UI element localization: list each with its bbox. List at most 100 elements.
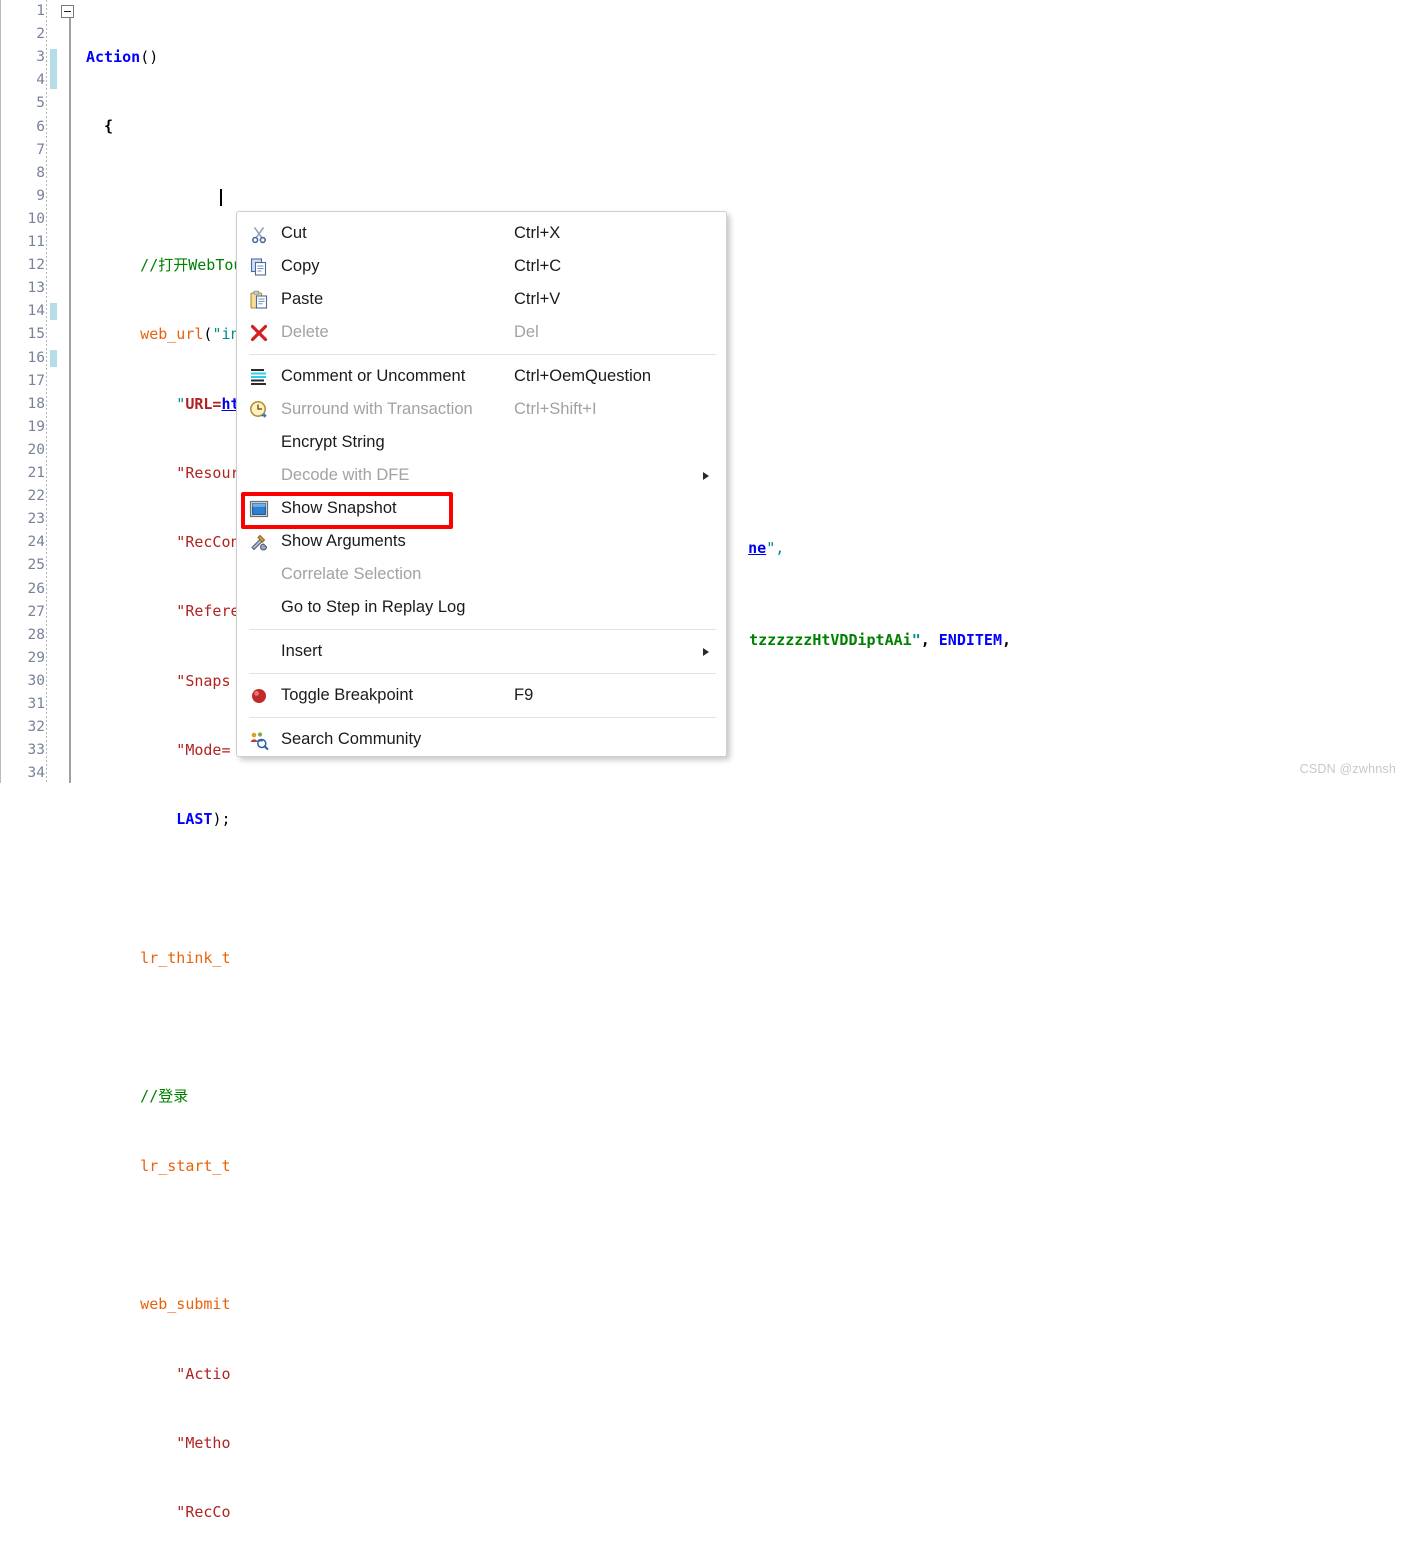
menu-item-label: Copy (281, 257, 320, 275)
code-line-2: { (86, 115, 1408, 138)
no-icon (237, 426, 281, 459)
code-arg-url: URL= (185, 394, 222, 413)
comment-lines-icon (237, 360, 281, 393)
line-number: 3 (36, 49, 45, 66)
tools-icon (237, 525, 281, 558)
menu-item-community[interactable]: Search Community (237, 723, 726, 756)
menu-item-label: Show Snapshot (281, 499, 397, 517)
menu-item-show-arguments[interactable]: Show Arguments (237, 525, 726, 558)
menu-item-label: Encrypt String (281, 433, 385, 451)
menu-item-insert[interactable]: Insert (237, 635, 726, 668)
code-fold-collapse-icon[interactable] (61, 5, 74, 18)
menu-item-label: Delete (281, 323, 329, 341)
clock-icon (237, 393, 281, 426)
code-arg-snapshot: "Snaps (86, 671, 231, 690)
menu-item-label: Show Arguments (281, 532, 406, 550)
line-number: 32 (27, 719, 45, 736)
line-number: 2 (36, 26, 45, 43)
code-line-19: web_submit (86, 1293, 1408, 1316)
menu-item-label: Decode with DFE (281, 466, 410, 484)
scissors-icon (237, 217, 281, 250)
menu-item-copy[interactable]: Copy Ctrl+C (237, 250, 726, 283)
menu-item-delete: Delete Del (237, 316, 726, 349)
code-token-web-submit-data: web_submit (86, 1295, 231, 1314)
code-url-fragment[interactable]: ne (748, 539, 766, 557)
line-number: 11 (27, 234, 45, 250)
code-arg-action: "Actio (86, 1364, 231, 1383)
menu-item-comment[interactable]: Comment or Uncomment Ctrl+OemQuestion (237, 360, 726, 393)
menu-item-paste[interactable]: Paste Ctrl+V (237, 283, 726, 316)
menu-item-encrypt[interactable]: Encrypt String (237, 426, 726, 459)
menu-item-label: Surround with Transaction (281, 400, 473, 418)
line-number: 28 (27, 626, 45, 643)
gutter-dotted-rule (46, 0, 47, 783)
line-number: 24 (27, 534, 45, 551)
line-number: 13 (27, 280, 45, 297)
line-number: 25 (27, 557, 45, 574)
menu-item-show-snapshot[interactable]: Show Snapshot (237, 492, 726, 525)
line-number: 26 (27, 580, 45, 597)
code-token-close: ); (212, 810, 231, 829)
code-arg-method: "Metho (86, 1433, 231, 1452)
menu-item-shortcut: Ctrl+C (514, 257, 562, 275)
line-number: 1 (36, 3, 45, 19)
line-number: 5 (36, 95, 45, 112)
code-line-16: //登录 (86, 1085, 1408, 1108)
menu-item-label: Search Community (281, 730, 422, 748)
modified-line-marker (50, 303, 57, 321)
menu-item-label: Go to Step in Replay Log (281, 598, 466, 616)
code-line-22: "RecCo (86, 1501, 1408, 1524)
code-fold-rule (69, 16, 71, 783)
menu-item-shortcut: Ctrl+OemQuestion (514, 367, 652, 385)
copy-pages-icon (237, 250, 281, 283)
line-number: 30 (27, 672, 45, 689)
code-line-20: "Actio (86, 1363, 1408, 1386)
line-number: 6 (36, 118, 45, 135)
no-icon (237, 635, 281, 668)
code-fragment-line-27: tzzzzzzHtVDDiptAAi", ENDITEM, (713, 606, 1011, 675)
line-number-gutter[interactable]: 1 2 3 4 5 6 7 8 9 10 11 12 13 14 15 16 17 18 19 20 21 22 23 24 2… (1, 0, 85, 783)
line-number: 22 (27, 488, 45, 505)
code-token-lr-start-transaction: lr_start_t (86, 1156, 231, 1175)
menu-item-label: Paste (281, 290, 324, 308)
code-line-12: LAST); (86, 808, 1408, 831)
line-number: 12 (27, 257, 45, 274)
menu-item-breakpoint[interactable]: Toggle Breakpoint F9 (237, 679, 726, 712)
code-keyword-last: LAST (86, 810, 213, 829)
snapshot-icon (237, 492, 281, 525)
modified-line-marker (50, 349, 57, 367)
line-number: 21 (27, 465, 45, 481)
line-number: 33 (27, 742, 45, 759)
menu-item-surround: Surround with Transaction Ctrl+Shift+I (237, 393, 726, 426)
line-number: 9 (36, 187, 45, 204)
context-menu[interactable]: Cut Ctrl+X Copy Ctrl+C Paste Ctrl+V Delete D… (236, 211, 727, 757)
code-comment-login: //登录 (86, 1087, 189, 1106)
code-token-brace-open: { (86, 117, 114, 136)
menu-item-label: Cut (281, 224, 307, 242)
menu-separator (249, 629, 716, 630)
code-quote-frag: ", (766, 539, 785, 558)
menu-item-goto-step[interactable]: Go to Step in Replay Log (237, 591, 726, 624)
line-number: 20 (27, 441, 45, 458)
code-value-fragment: tzzzzzzHtVDDiptAAi (749, 631, 912, 650)
menu-item-shortcut: Ctrl+X (514, 224, 561, 242)
clipboard-icon (237, 283, 281, 316)
line-number: 8 (36, 164, 45, 181)
submenu-arrow-icon (703, 647, 709, 656)
modified-line-marker (50, 49, 57, 90)
code-token-parens: () (140, 48, 159, 67)
line-number: 7 (36, 141, 45, 158)
line-number: 27 (27, 603, 45, 620)
menu-item-shortcut: Ctrl+Shift+I (514, 400, 597, 418)
code-comma-frag: , (920, 631, 939, 650)
line-number: 31 (27, 696, 45, 712)
menu-item-label: Comment or Uncomment (281, 367, 466, 385)
code-arg-reccontenttype-2: "RecCo (86, 1503, 231, 1522)
code-keyword-enditem: ENDITEM (938, 631, 1002, 650)
menu-item-cut[interactable]: Cut Ctrl+X (237, 217, 726, 250)
line-number: 23 (27, 511, 45, 528)
submenu-arrow-icon (703, 471, 709, 480)
line-number: 34 (27, 765, 45, 782)
menu-item-shortcut: F9 (514, 686, 534, 704)
